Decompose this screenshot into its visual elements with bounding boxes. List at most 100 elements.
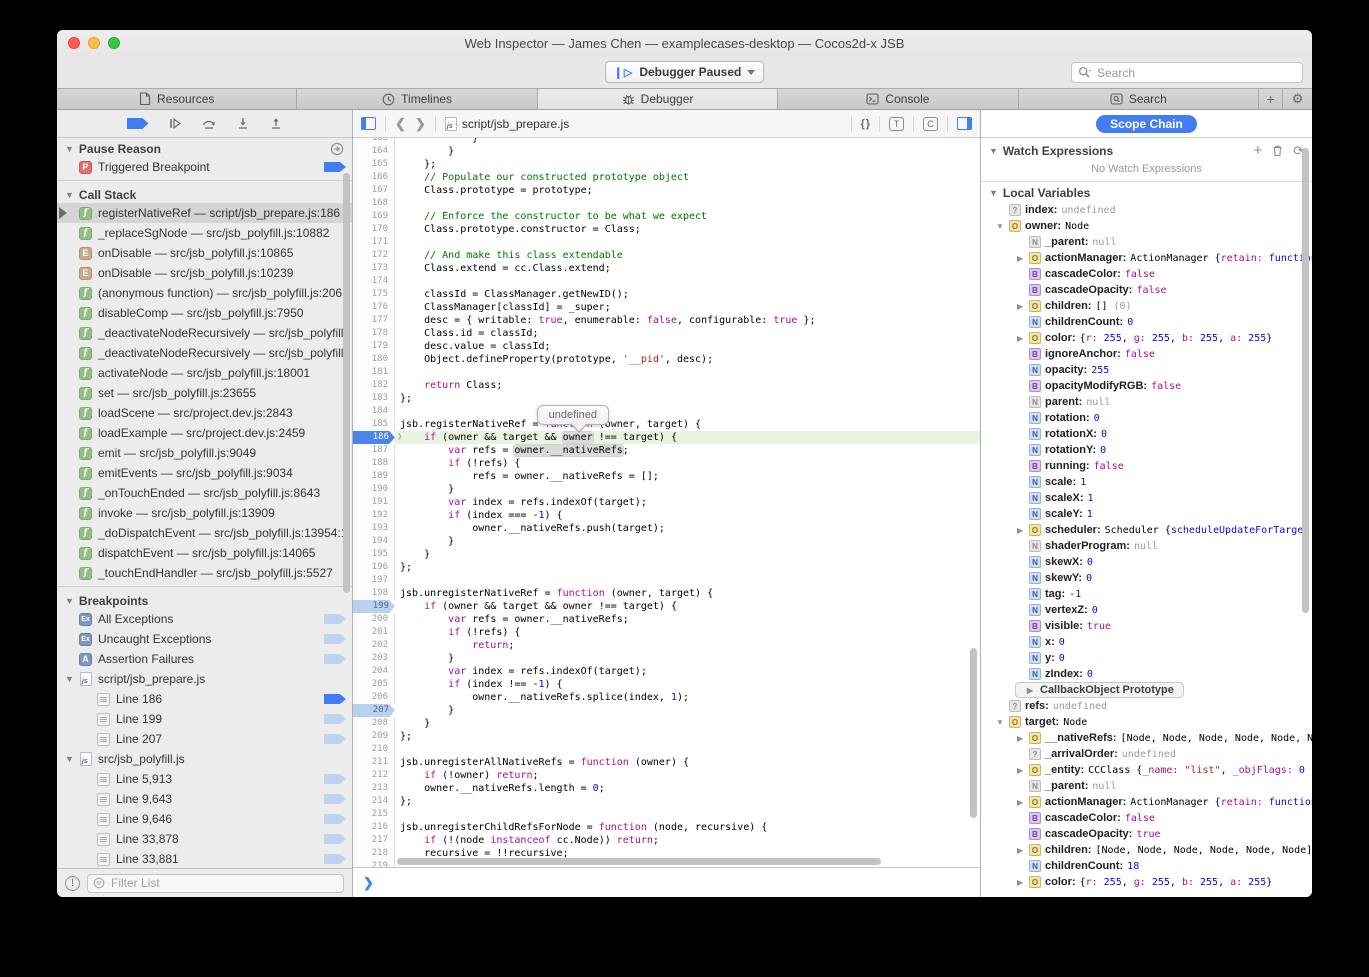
code-line[interactable]: 213 owner.__nativeRefs.length = 0; — [353, 782, 980, 795]
call-stack-item[interactable]: factivateNode — src/jsb_polyfill.js:1800… — [57, 363, 352, 383]
call-stack-item[interactable]: floadExample — src/project.dev.js:2459 — [57, 423, 352, 443]
line-number[interactable]: 198 — [353, 587, 395, 600]
variable-row[interactable]: Nparent:null — [981, 394, 1312, 410]
filter-input[interactable] — [109, 875, 338, 891]
variable-row[interactable]: NscaleY:1 — [981, 506, 1312, 522]
call-stack-item[interactable]: f_deactivateNodeRecursively — src/jsb_po… — [57, 323, 352, 343]
code-line[interactable]: 210 — [353, 743, 980, 756]
scope-chain-button[interactable]: Scope Chain — [1096, 115, 1197, 133]
variable-row[interactable]: ▼Oowner:Node — [981, 218, 1312, 234]
breakpoint-toggle[interactable] — [324, 793, 346, 805]
variable-row[interactable]: NzIndex:0 — [981, 666, 1312, 682]
code-line[interactable]: 201 if (!refs) { — [353, 626, 980, 639]
breakpoint-toggle[interactable] — [324, 161, 346, 173]
call-stack-item[interactable]: femitEvents — src/jsb_polyfill.js:9034 — [57, 463, 352, 483]
local-variables-header[interactable]: ▼ Local Variables — [981, 182, 1312, 202]
breakpoint-line-item[interactable]: Line 5,913 — [57, 769, 352, 789]
code-line[interactable]: 178 Class.id = classId; — [353, 327, 980, 340]
line-number[interactable]: 218 — [353, 847, 395, 860]
breakpoint-line-item[interactable]: Line 9,643 — [57, 789, 352, 809]
variable-row[interactable]: Ntag:-1 — [981, 586, 1312, 602]
line-number[interactable]: 170 — [353, 223, 395, 236]
zoom-button[interactable] — [108, 37, 120, 49]
variable-row[interactable]: ▶Oscheduler:Scheduler {scheduleUpdateFor… — [981, 522, 1312, 538]
disclosure-triangle-icon[interactable]: ▼ — [989, 146, 998, 156]
code-line[interactable]: 203 } — [353, 652, 980, 665]
line-number[interactable]: 211 — [353, 756, 395, 769]
line-number[interactable]: 200 — [353, 613, 395, 626]
breakpoint-gutter-marker[interactable]: 207 — [353, 704, 395, 717]
scope-sidebar-scrollbar[interactable] — [1302, 148, 1309, 613]
line-number[interactable]: 166 — [353, 171, 395, 184]
code-line[interactable]: 192 if (index === -1) { — [353, 509, 980, 522]
code-line[interactable]: 189 refs = owner.__nativeRefs = []; — [353, 470, 980, 483]
line-number[interactable]: 208 — [353, 717, 395, 730]
call-stack-item[interactable]: fset — src/jsb_polyfill.js:23655 — [57, 383, 352, 403]
code-line[interactable]: 186 if (owner && target && owner !== tar… — [353, 431, 980, 444]
line-number[interactable]: 204 — [353, 665, 395, 678]
breakpoint-file-group[interactable]: ▼src/jsb_polyfill.js — [57, 749, 352, 769]
breakpoint-toggle[interactable] — [324, 633, 346, 645]
line-number[interactable]: 177 — [353, 314, 395, 327]
breakpoint-item[interactable]: AAssertion Failures — [57, 649, 352, 669]
variable-row[interactable]: ▶Ochildren:[] (0) — [981, 298, 1312, 314]
line-number[interactable]: 184 — [353, 405, 395, 418]
variable-row[interactable]: Ny:0 — [981, 650, 1312, 666]
line-number[interactable]: 175 — [353, 288, 395, 301]
code-line[interactable]: 215 — [353, 808, 980, 821]
reveal-in-source-button[interactable] — [330, 142, 344, 156]
code-line[interactable]: 216jsb.unregisterChildRefsForNode = func… — [353, 821, 980, 834]
breakpoint-item[interactable]: ExUncaught Exceptions — [57, 629, 352, 649]
add-tab-button[interactable]: + — [1259, 89, 1283, 109]
breakpoint-toggle[interactable] — [324, 713, 346, 725]
breakpoint-toggle[interactable] — [324, 833, 346, 845]
line-number[interactable]: 180 — [353, 353, 395, 366]
line-number[interactable]: 197 — [353, 574, 395, 587]
breakpoints-section-header[interactable]: ▼ Breakpoints — [57, 590, 352, 609]
breakpoint-toggle[interactable] — [324, 693, 346, 705]
breakpoint-gutter-marker[interactable]: 186 — [353, 431, 395, 444]
call-stack-section-header[interactable]: ▼ Call Stack — [57, 184, 352, 203]
minimize-button[interactable] — [88, 37, 100, 49]
line-number[interactable]: 185 — [353, 418, 395, 431]
disclosure-triangle-icon[interactable]: ▶ — [1025, 686, 1035, 695]
editor-horizontal-scrollbar[interactable] — [397, 858, 966, 865]
code-line[interactable]: 173 Class.extend = cc.Class.extend; — [353, 262, 980, 275]
line-number[interactable]: 212 — [353, 769, 395, 782]
code-line[interactable]: 214}; — [353, 795, 980, 808]
pause-reason-item[interactable]: P Triggered Breakpoint — [57, 157, 352, 177]
code-line[interactable]: 199 if (owner && target && owner !== tar… — [353, 600, 980, 613]
quick-console[interactable]: ❯ — [353, 867, 980, 897]
call-stack-item[interactable]: EonDisable — src/jsb_polyfill.js:10239 — [57, 263, 352, 283]
variable-row[interactable]: BopacityModifyRGB:false — [981, 378, 1312, 394]
breakpoint-item[interactable]: ExAll Exceptions — [57, 609, 352, 629]
call-stack-item[interactable]: f_onTouchEnded — src/jsb_polyfill.js:864… — [57, 483, 352, 503]
call-stack-item[interactable]: f_touchEndHandler — src/jsb_polyfill.js:… — [57, 563, 352, 583]
line-number[interactable]: 190 — [353, 483, 395, 496]
line-number[interactable]: 165 — [353, 158, 395, 171]
settings-gear-icon[interactable]: ⚙ — [1283, 89, 1312, 109]
tab-timelines[interactable]: Timelines — [297, 89, 537, 109]
code-line[interactable]: 198jsb.unregisterNativeRef = function (o… — [353, 587, 980, 600]
line-number[interactable]: 219 — [353, 860, 395, 867]
code-line[interactable]: 169 // Enforce the constructor to be wha… — [353, 210, 980, 223]
code-coverage-icon[interactable]: C — [923, 117, 938, 131]
code-line[interactable]: 187 var refs = owner.__nativeRefs; — [353, 444, 980, 457]
line-number[interactable]: 181 — [353, 366, 395, 379]
line-number[interactable]: 173 — [353, 262, 395, 275]
disclosure-triangle-icon[interactable]: ▶ — [1015, 846, 1025, 855]
editor-vertical-scrollbar[interactable] — [970, 648, 977, 818]
variable-row[interactable]: Nscale:1 — [981, 474, 1312, 490]
variable-row[interactable]: ▶OactionManager:ActionManager {retain: f… — [981, 794, 1312, 810]
add-watch-expression-button[interactable]: + — [1253, 142, 1262, 159]
breakpoint-gutter-marker[interactable]: 199 — [353, 600, 395, 613]
code-line[interactable]: 171 — [353, 236, 980, 249]
line-number[interactable]: 195 — [353, 548, 395, 561]
call-stack-item[interactable]: f_doDispatchEvent — src/jsb_polyfill.js:… — [57, 523, 352, 543]
line-number[interactable]: 210 — [353, 743, 395, 756]
call-stack-item[interactable]: f(anonymous function) — src/jsb_polyfill… — [57, 283, 352, 303]
step-into-button[interactable] — [236, 117, 250, 130]
disclosure-triangle-icon[interactable]: ▶ — [1015, 254, 1025, 263]
code-line[interactable]: 170 Class.prototype.constructor = Class; — [353, 223, 980, 236]
call-stack-item[interactable]: femit — src/jsb_polyfill.js:9049 — [57, 443, 352, 463]
